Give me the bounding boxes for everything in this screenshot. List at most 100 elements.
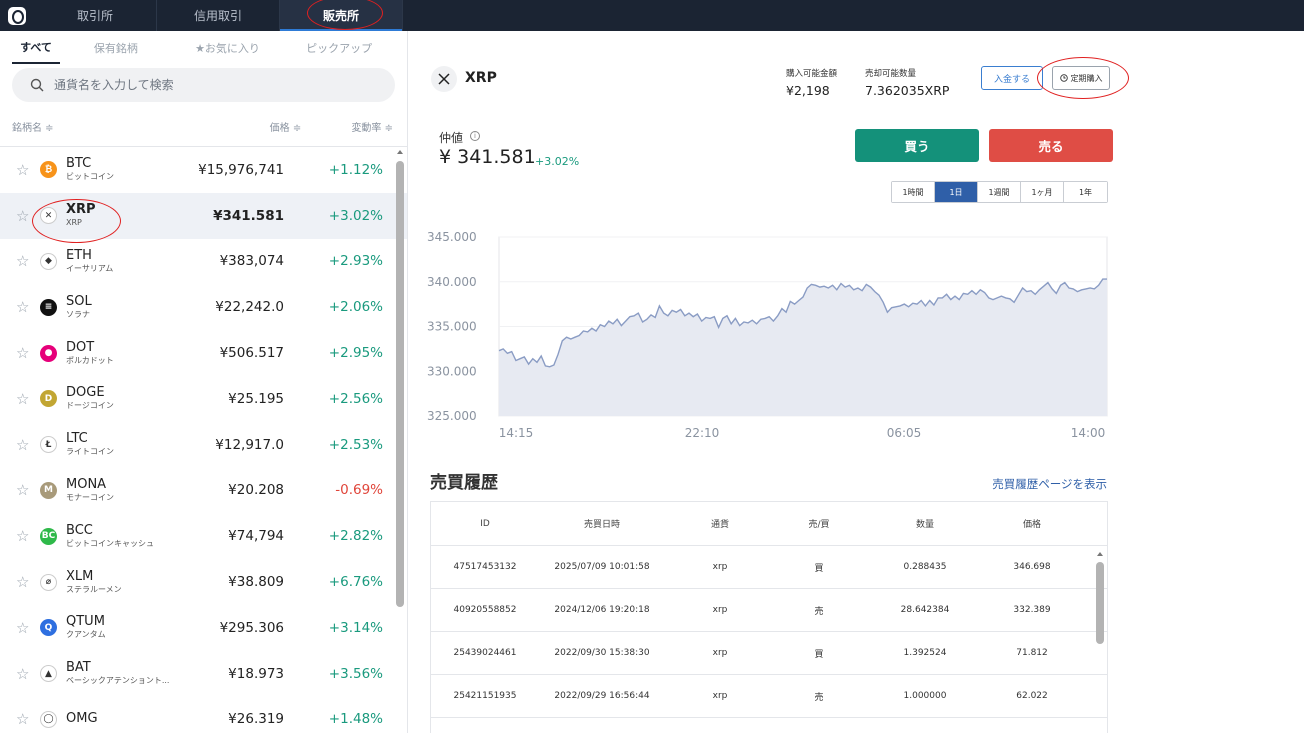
period-button-0[interactable]: 1時間 (892, 182, 935, 202)
coin-name: ビットコイン (66, 172, 114, 182)
period-button-1[interactable]: 1日 (935, 182, 978, 202)
coin-price: ¥25.195 (228, 390, 284, 407)
coin-change: +2.06% (328, 299, 383, 316)
solana-icon: ≡ (40, 298, 57, 316)
coin-names: ETH イーサリアム (66, 248, 176, 274)
coin-names: DOT ポルカドット (66, 340, 176, 366)
filter-tab-holdings[interactable]: 保有銘柄 (60, 31, 172, 64)
history-cell: 2024/12/06 19:20:18 (554, 605, 650, 615)
app-logo[interactable] (0, 0, 34, 31)
coin-list-scrollbar[interactable] (396, 147, 404, 733)
history-cell: 62.022 (1016, 691, 1048, 701)
coin-names: OMG (66, 712, 176, 726)
coin-price: ¥20.208 (228, 482, 284, 499)
deposit-button[interactable]: 入金する (981, 66, 1043, 90)
period-button-4[interactable]: 1年 (1064, 182, 1107, 202)
coin-names: BTC ビットコイン (66, 157, 176, 182)
coin-names: LTC ライトコイン (66, 432, 176, 457)
history-cell: 買 (814, 649, 824, 660)
history-cell: 332.389 (1013, 605, 1051, 615)
mid-price-value: ¥ 341.581 (439, 146, 536, 168)
coin-name: XRP (66, 218, 82, 228)
coin-name: ソラナ (66, 309, 90, 319)
favorite-star-icon[interactable]: ☆ (16, 298, 36, 316)
period-button-2[interactable]: 1週間 (978, 182, 1021, 202)
coin-row-eth[interactable]: ☆ ◆ ETH イーサリアム ¥383,074 +2.93% (0, 239, 407, 285)
coin-row-doge[interactable]: ☆ D DOGE ドージコイン ¥25.195 +2.56% (0, 376, 407, 422)
y-tick-label: 330.000 (427, 364, 477, 378)
period-button-3[interactable]: 1ヶ月 (1021, 182, 1064, 202)
coin-row-bcc[interactable]: ☆ BC BCC ビットコインキャッシュ ¥74,794 +2.82% (0, 513, 407, 559)
coin-row-bat[interactable]: ☆ ▲ BAT ベーシックアテンショント... ¥18.973 +3.56% (0, 651, 407, 697)
favorite-star-icon[interactable]: ☆ (16, 436, 36, 454)
scrollbar-thumb[interactable] (396, 161, 404, 607)
coin-name: ステラルーメン (66, 584, 122, 594)
filter-tab-favorites[interactable]: ★お気に入り (172, 31, 284, 64)
coin-change: +2.53% (328, 436, 383, 453)
coin-symbol: QTUM (66, 614, 105, 630)
favorite-star-icon[interactable]: ☆ (16, 665, 36, 683)
mid-price-change: +3.02% (535, 155, 580, 168)
scrollbar-thumb[interactable] (1096, 562, 1104, 644)
coin-row-xlm[interactable]: ☆ ⌀ XLM ステラルーメン ¥38.809 +6.76% (0, 559, 407, 605)
coin-row-dot[interactable]: ☆ ● DOT ポルカドット ¥506.517 +2.95% (0, 330, 407, 376)
coin-names: BAT ベーシックアテンショント... (66, 661, 176, 686)
qtum-icon: Q (40, 619, 57, 637)
history-row: 40920558852 2024/12/06 19:20:18 xrp 売 28.642… (431, 589, 1107, 632)
favorite-star-icon[interactable]: ☆ (16, 390, 36, 408)
tab-exchange[interactable]: 取引所 (34, 0, 157, 31)
coin-list-header: 銘柄名 ≑ 価格 ≑ 変動率 ≑ (0, 107, 407, 147)
info-icon[interactable]: i (470, 131, 480, 141)
coin-name: ベーシックアテンショント... (66, 676, 170, 686)
favorite-star-icon[interactable]: ☆ (16, 207, 36, 225)
history-column-header: 通貨 (710, 520, 729, 530)
favorite-star-icon[interactable]: ☆ (16, 161, 36, 179)
history-cell: 2025/07/09 10:01:58 (554, 562, 650, 572)
coin-row-ltc[interactable]: ☆ Ł LTC ライトコイン ¥12,917.0 +2.53% (0, 422, 407, 468)
history-cell: xrp (712, 605, 728, 615)
filter-tab-pickup[interactable]: ピックアップ (283, 31, 395, 64)
coin-name: イーサリアム (66, 263, 114, 273)
column-header-change[interactable]: 変動率 ≑ (301, 119, 393, 134)
trade-panel: XRP 購入可能金額 ¥2,198 売却可能数量 7.362035XRP 入金す… (409, 31, 1304, 733)
coin-row-qtum[interactable]: ☆ Q QTUM クアンタム ¥295.306 +3.14% (0, 605, 407, 651)
favorite-star-icon[interactable]: ☆ (16, 252, 36, 270)
column-header-name[interactable]: 銘柄名 ≑ (12, 119, 211, 134)
favorite-star-icon[interactable]: ☆ (16, 573, 36, 591)
recurring-purchase-button[interactable]: 定期購入 (1052, 66, 1110, 90)
trade-history-page-link[interactable]: 売買履歴ページを表示 (992, 476, 1107, 492)
favorite-star-icon[interactable]: ☆ (16, 527, 36, 545)
tab-margin-trading[interactable]: 信用取引 (157, 0, 280, 31)
sell-button[interactable]: 売る (989, 129, 1113, 162)
history-cell: 売 (814, 606, 824, 617)
column-header-price[interactable]: 価格 ≑ (211, 119, 302, 134)
coin-row-btc[interactable]: ☆ ₿ BTC ビットコイン ¥15,976,741 +1.12% (0, 147, 407, 193)
coin-name: ライトコイン (66, 447, 114, 457)
bitcoincash-icon: BC (40, 527, 57, 545)
filter-tab-all[interactable]: すべて (12, 31, 60, 64)
coin-price: ¥22,242.0 (215, 299, 284, 316)
favorite-star-icon[interactable]: ☆ (16, 481, 36, 499)
coin-list-sidebar: すべて 保有銘柄 ★お気に入り ピックアップ 銘柄名 ≑ 価格 ≑ 変動率 ≑ … (0, 31, 408, 733)
history-scrollbar[interactable] (1096, 552, 1104, 732)
coin-row-mona[interactable]: ☆ M MONA モナーコイン ¥20.208 -0.69% (0, 468, 407, 514)
coin-row-xrp[interactable]: ☆ ✕ XRP XRP ¥341.581 +3.02% (0, 192, 407, 239)
coin-symbol: BTC (66, 156, 92, 172)
coin-row-sol[interactable]: ☆ ≡ SOL ソラナ ¥22,242.0 +2.06% (0, 284, 407, 330)
ethereum-icon: ◆ (40, 252, 57, 270)
scroll-up-arrow-icon[interactable] (1097, 552, 1103, 556)
tab-dealer[interactable]: 販売所 (280, 0, 403, 31)
coin-row-omg[interactable]: ☆ ◯ OMG ¥26.319 +1.48% (0, 697, 407, 733)
scroll-up-arrow-icon[interactable] (397, 150, 403, 154)
favorite-star-icon[interactable]: ☆ (16, 344, 36, 362)
litecoin-icon: Ł (40, 436, 57, 454)
search-input[interactable] (54, 78, 354, 92)
y-tick-label: 340.000 (427, 275, 477, 289)
bat-icon: ▲ (40, 665, 57, 683)
coin-names: MONA モナーコイン (66, 477, 176, 503)
coin-change: +3.56% (328, 665, 383, 682)
buy-button[interactable]: 買う (855, 129, 979, 162)
favorite-star-icon[interactable]: ☆ (16, 710, 36, 728)
favorite-star-icon[interactable]: ☆ (16, 619, 36, 637)
coin-price: ¥18.973 (228, 665, 284, 682)
